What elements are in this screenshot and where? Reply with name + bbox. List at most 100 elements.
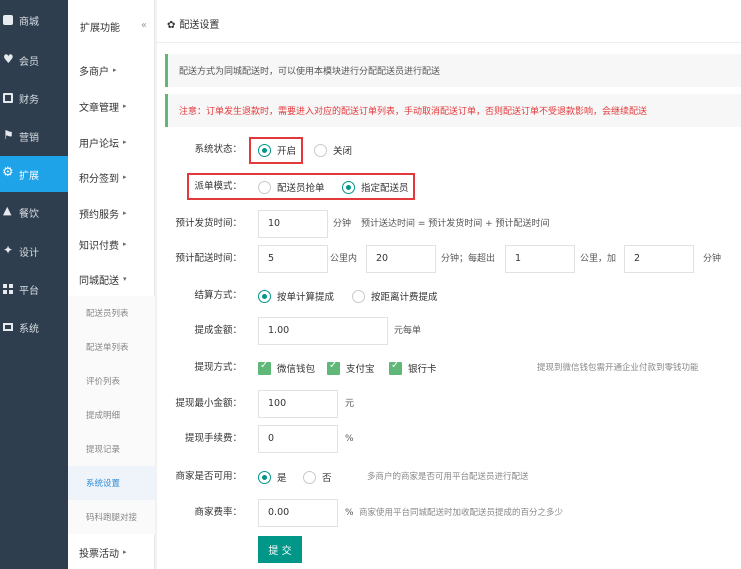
merchant-use-label: 商家是否可用：: [175, 471, 242, 482]
submenu-child-settings[interactable]: 系统设置: [68, 466, 155, 500]
submenu-child-commission[interactable]: 提成明细: [68, 398, 155, 432]
base-minutes-input[interactable]: 20: [366, 245, 436, 273]
settle-per-order-option[interactable]: 按单计算提成: [258, 281, 334, 311]
settle-row: 结算方式： 按单计算提成 按距离计费提成: [157, 281, 741, 311]
card-icon: [3, 93, 13, 103]
divider: [157, 42, 741, 43]
nav-label: 设计: [19, 247, 39, 259]
primary-nav: 商城 会员 财务 营销 扩展 餐饮 设计 平台 系统: [0, 0, 68, 569]
extra-minutes-input[interactable]: 2: [624, 245, 694, 273]
submenu-child-label: 码科跑腿对接: [86, 513, 138, 523]
option-label: 支付宝: [346, 364, 375, 375]
heart-icon: [3, 52, 14, 66]
merchant-use-no-option[interactable]: 否: [303, 462, 332, 492]
merchant-use-yes-option[interactable]: 是: [258, 462, 287, 492]
submenu-child-couriers[interactable]: 配送员列表: [68, 296, 155, 330]
merchant-rate-input[interactable]: 0.00: [258, 499, 338, 527]
nav-item-extension[interactable]: 扩展: [0, 156, 68, 192]
submenu-child-errand[interactable]: 码科跑腿对接: [68, 500, 155, 534]
chevron-right-icon: ▸: [123, 138, 127, 146]
minutes-each-text: 分钟；每超出: [441, 254, 496, 264]
withdraw-wechat-checkbox[interactable]: 微信钱包: [258, 353, 315, 383]
submenu-child-reviews[interactable]: 评价列表: [68, 364, 155, 398]
submenu-label: 多商户: [79, 66, 109, 78]
radio-unchecked-icon: [314, 143, 327, 157]
page-title-text: 配送设置: [179, 20, 220, 31]
status-off-option[interactable]: 关闭: [314, 135, 352, 165]
submenu-item-checkin[interactable]: 积分签到 ▸: [68, 159, 155, 195]
nav-item-design[interactable]: 设计: [0, 233, 68, 269]
submenu-label: 文章管理: [79, 102, 119, 114]
commission-input[interactable]: 1.00: [258, 317, 388, 345]
checkbox-checked-icon: [389, 360, 402, 375]
submenu-item-knowledge[interactable]: 知识付费 ▸: [68, 226, 155, 262]
status-row: 系统状态： 开启 关闭: [157, 135, 741, 165]
settle-distance-option[interactable]: 按距离计费提成: [352, 281, 438, 311]
prep-time-label: 预计发货时间：: [175, 218, 242, 229]
option-label: 是: [277, 473, 287, 484]
withdraw-method-label: 提现方式：: [194, 362, 242, 373]
nav-label: 会员: [19, 56, 39, 68]
option-label: 否: [322, 473, 332, 484]
monitor-icon: [3, 323, 13, 331]
checkbox-checked-icon: [258, 360, 271, 375]
extra-km-input[interactable]: 1: [505, 245, 575, 273]
collapse-icon[interactable]: «: [141, 20, 147, 31]
submenu-child-orders[interactable]: 配送单列表: [68, 330, 155, 364]
submenu-label: 知识付费: [79, 240, 119, 252]
chevron-right-icon: ▸: [123, 548, 127, 556]
submenu-item-merchants[interactable]: 多商户 ▸: [68, 52, 155, 88]
min-withdraw-input[interactable]: 100: [258, 390, 338, 418]
fee-input[interactable]: 0: [258, 425, 338, 453]
submenu-item-local-delivery[interactable]: 同城配送 ▾: [68, 261, 155, 297]
min-withdraw-unit: 元: [345, 399, 355, 409]
nav-item-marketing[interactable]: 营销: [0, 118, 68, 154]
delivery-time-label: 预计配送时间：: [175, 253, 242, 264]
submenu-label: 积分签到: [79, 173, 119, 185]
nav-item-member[interactable]: 会员: [0, 42, 68, 78]
withdraw-alipay-checkbox[interactable]: 支付宝: [327, 353, 375, 383]
settle-label: 结算方式：: [194, 290, 242, 301]
nav-item-finance[interactable]: 财务: [0, 80, 68, 116]
submit-button[interactable]: 提 交: [258, 536, 302, 563]
withdraw-method-row: 提现方式： 微信钱包 支付宝 银行卡 提现到微信钱包需开通企业付款到零钱功能: [157, 353, 741, 383]
chevron-down-icon: ▾: [123, 275, 127, 283]
gear-icon: [2, 165, 14, 180]
distance-unit: 公里内: [330, 254, 358, 264]
flag-icon: [3, 128, 14, 142]
fee-row: 提现手续费： 0 %: [157, 424, 741, 454]
nav-label: 扩展: [19, 170, 39, 182]
delivery-time-row: 预计配送时间： 5 公里内 20 分钟；每超出 1 公里，加 2 分钟: [157, 244, 741, 274]
submenu-child-label: 系统设置: [86, 479, 121, 489]
commission-unit: 元每单: [394, 326, 422, 336]
nav-item-platform[interactable]: 平台: [0, 271, 68, 307]
highlight-box: [187, 173, 415, 200]
submenu-item-forum[interactable]: 用户论坛 ▸: [68, 124, 155, 160]
withdraw-bank-checkbox[interactable]: 银行卡: [389, 353, 437, 383]
submenu-item-articles[interactable]: 文章管理 ▸: [68, 88, 155, 124]
nav-label: 财务: [19, 94, 39, 106]
submenu-label: 同城配送: [79, 275, 119, 287]
submenu-label: 预约服务: [79, 209, 119, 221]
nav-label: 平台: [19, 285, 39, 297]
submenu-child-label: 评价列表: [86, 377, 121, 387]
commission-row: 提成金额： 1.00 元每单: [157, 316, 741, 346]
chevron-right-icon: ▸: [113, 66, 117, 74]
submenu-header: 扩展功能 «: [68, 0, 155, 52]
merchant-rate-row: 商家费率： 0.00 % 商家使用平台同城配送时加收配送员提成的百分之多少: [157, 498, 741, 528]
chevron-right-icon: ▸: [123, 209, 127, 217]
submenu-child-label: 提现记录: [86, 445, 121, 455]
nav-item-system[interactable]: 系统: [0, 309, 68, 345]
submenu-label: 用户论坛: [79, 138, 119, 150]
page-title: ✿ 配送设置: [167, 16, 219, 31]
distance-input[interactable]: 5: [258, 245, 328, 273]
nav-item-catering[interactable]: 餐饮: [0, 194, 68, 230]
submenu-child-label: 配送单列表: [86, 343, 129, 353]
submenu-item-voting[interactable]: 投票活动 ▸: [68, 534, 155, 569]
submenu-child-withdrawals[interactable]: 提现记录: [68, 432, 155, 466]
min-withdraw-label: 提现最小金额：: [175, 398, 242, 409]
status-label: 系统状态：: [194, 144, 242, 155]
submenu-label: 投票活动: [79, 548, 119, 560]
prep-time-input[interactable]: 10: [258, 210, 328, 238]
nav-item-shop[interactable]: 商城: [0, 2, 68, 38]
